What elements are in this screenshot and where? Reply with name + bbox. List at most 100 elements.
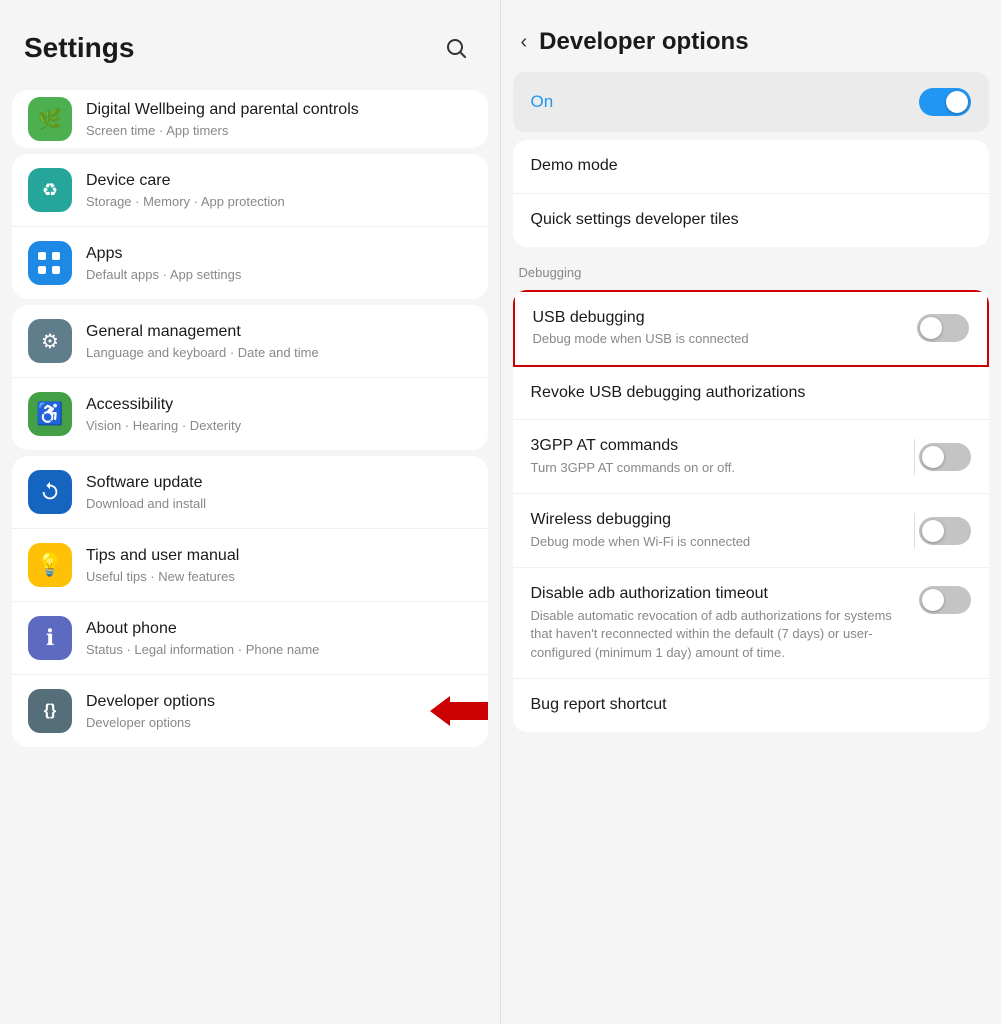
settings-panel: Settings 🌿 Digital Wellbeing and parenta… — [0, 0, 500, 1024]
group-updates-info: Software update Download and install 💡 T… — [12, 456, 488, 747]
tips-title: Tips and user manual — [86, 546, 472, 567]
3gpp-toggle-wrapper — [914, 439, 971, 475]
general-management-subtitle: Language and keyboard · Date and time — [86, 345, 472, 360]
dev-general-list: Demo mode Quick settings developer tiles — [513, 140, 990, 247]
quick-settings-text: Quick settings developer tiles — [531, 210, 962, 231]
usb-debugging-toggle[interactable] — [917, 314, 969, 342]
general-management-text: General management Language and keyboard… — [86, 322, 472, 360]
group-digital-wellbeing: 🌿 Digital Wellbeing and parental control… — [12, 90, 488, 148]
3gpp-text: 3GPP AT commands Turn 3GPP AT commands o… — [531, 436, 905, 477]
3gpp-subtitle: Turn 3GPP AT commands on or off. — [531, 459, 905, 477]
accessibility-title: Accessibility — [86, 395, 472, 416]
demo-mode-text: Demo mode — [531, 156, 962, 177]
back-button[interactable]: ‹ — [521, 31, 528, 54]
dev-item-wireless-debugging[interactable]: Wireless debugging Debug mode when Wi-Fi… — [513, 494, 990, 568]
digital-wellbeing-text: Digital Wellbeing and parental controls … — [86, 100, 472, 138]
3gpp-divider — [914, 439, 915, 475]
disable-adb-toggle[interactable] — [919, 586, 971, 614]
search-icon — [444, 36, 468, 60]
about-phone-icon: ℹ — [28, 616, 72, 660]
dev-item-usb-debugging[interactable]: USB debugging Debug mode when USB is con… — [513, 290, 990, 367]
accessibility-subtitle: Vision · Hearing · Dexterity — [86, 418, 472, 433]
dev-options-header: ‹ Developer options — [501, 0, 1001, 72]
dev-item-revoke-usb[interactable]: Revoke USB debugging authorizations — [513, 367, 990, 421]
disable-adb-title: Disable adb authorization timeout — [531, 584, 910, 605]
dev-item-disable-adb-timeout[interactable]: Disable adb authorization timeout Disabl… — [513, 568, 990, 678]
quick-settings-title: Quick settings developer tiles — [531, 210, 962, 231]
developer-options-title: Developer options — [86, 692, 472, 713]
revoke-usb-text: Revoke USB debugging authorizations — [531, 383, 962, 404]
software-update-text: Software update Download and install — [86, 473, 472, 511]
dev-item-3gpp[interactable]: 3GPP AT commands Turn 3GPP AT commands o… — [513, 420, 990, 494]
tips-text: Tips and user manual Useful tips · New f… — [86, 546, 472, 584]
wireless-divider — [914, 513, 915, 549]
device-care-subtitle: Storage · Memory · App protection — [86, 194, 472, 209]
wireless-debugging-subtitle: Debug mode when Wi-Fi is connected — [531, 533, 905, 551]
search-button[interactable] — [436, 28, 476, 68]
red-arrow-indicator — [430, 696, 488, 731]
tips-icon: 💡 — [28, 543, 72, 587]
3gpp-toggle-knob — [922, 446, 944, 468]
wireless-debugging-title: Wireless debugging — [531, 510, 905, 531]
red-arrow-icon — [430, 696, 488, 726]
digital-wellbeing-title: Digital Wellbeing and parental controls — [86, 100, 386, 121]
wireless-debugging-toggle[interactable] — [919, 517, 971, 545]
debugging-section-label: Debugging — [501, 251, 1001, 286]
wireless-toggle-wrapper — [914, 513, 971, 549]
sidebar-item-apps[interactable]: Apps Default apps · App settings — [12, 227, 488, 299]
dev-item-bug-report[interactable]: Bug report shortcut — [513, 679, 990, 732]
sidebar-item-device-care[interactable]: ♻ Device care Storage · Memory · App pro… — [12, 154, 488, 227]
demo-mode-title: Demo mode — [531, 156, 962, 177]
developer-options-text: Developer options Developer options — [86, 692, 472, 730]
apps-title: Apps — [86, 244, 472, 265]
usb-debugging-text: USB debugging Debug mode when USB is con… — [533, 308, 908, 349]
software-update-title: Software update — [86, 473, 472, 494]
disable-adb-text: Disable adb authorization timeout Disabl… — [531, 584, 910, 661]
dev-item-quick-settings[interactable]: Quick settings developer tiles — [513, 194, 990, 247]
apps-icon — [28, 241, 72, 285]
about-phone-title: About phone — [86, 619, 472, 640]
on-toggle-section[interactable]: On — [513, 72, 990, 132]
general-management-title: General management — [86, 322, 472, 343]
device-care-text: Device care Storage · Memory · App prote… — [86, 171, 472, 209]
wireless-debugging-toggle-knob — [922, 520, 944, 542]
debugging-list: USB debugging Debug mode when USB is con… — [513, 290, 990, 732]
sidebar-item-software-update[interactable]: Software update Download and install — [12, 456, 488, 529]
group-device-apps: ♻ Device care Storage · Memory · App pro… — [12, 154, 488, 299]
3gpp-title: 3GPP AT commands — [531, 436, 905, 457]
accessibility-icon: ♿ — [28, 392, 72, 436]
dev-options-title: Developer options — [539, 28, 748, 56]
sidebar-item-accessibility[interactable]: ♿ Accessibility Vision · Hearing · Dexte… — [12, 378, 488, 450]
3gpp-toggle[interactable] — [919, 443, 971, 471]
group-general-access: ⚙ General management Language and keyboa… — [12, 305, 488, 450]
apps-text: Apps Default apps · App settings — [86, 244, 472, 282]
usb-debugging-title: USB debugging — [533, 308, 908, 329]
sidebar-item-general-management[interactable]: ⚙ General management Language and keyboa… — [12, 305, 488, 378]
digital-wellbeing-subtitle: Screen time · App timers — [86, 123, 472, 138]
disable-adb-toggle-knob — [922, 589, 944, 611]
wireless-debugging-text: Wireless debugging Debug mode when Wi-Fi… — [531, 510, 905, 551]
sidebar-item-about-phone[interactable]: ℹ About phone Status · Legal information… — [12, 602, 488, 675]
device-care-icon: ♻ — [28, 168, 72, 212]
sidebar-item-tips[interactable]: 💡 Tips and user manual Useful tips · New… — [12, 529, 488, 602]
sidebar-item-digital-wellbeing[interactable]: 🌿 Digital Wellbeing and parental control… — [12, 90, 488, 148]
dev-options-content: On Demo mode Quick settings developer ti… — [501, 72, 1001, 1024]
settings-list: 🌿 Digital Wellbeing and parental control… — [0, 84, 500, 1024]
settings-title: Settings — [24, 32, 134, 64]
sidebar-item-developer-options[interactable]: {} Developer options Developer options — [12, 675, 488, 747]
usb-debugging-subtitle: Debug mode when USB is connected — [533, 330, 908, 348]
dev-item-demo-mode[interactable]: Demo mode — [513, 140, 990, 194]
software-update-subtitle: Download and install — [86, 496, 472, 511]
usb-debugging-toggle-knob — [920, 317, 942, 339]
tips-subtitle: Useful tips · New features — [86, 569, 472, 584]
general-management-icon: ⚙ — [28, 319, 72, 363]
bug-report-text: Bug report shortcut — [531, 695, 962, 716]
developer-options-panel: ‹ Developer options On Demo mode Quick s… — [501, 0, 1001, 1024]
revoke-usb-title: Revoke USB debugging authorizations — [531, 383, 962, 404]
apps-subtitle: Default apps · App settings — [86, 267, 472, 282]
developer-options-toggle[interactable] — [919, 88, 971, 116]
bug-report-title: Bug report shortcut — [531, 695, 962, 716]
disable-adb-subtitle: Disable automatic revocation of adb auth… — [531, 607, 910, 662]
disable-adb-toggle-wrapper — [919, 586, 971, 614]
toggle-knob — [946, 91, 968, 113]
